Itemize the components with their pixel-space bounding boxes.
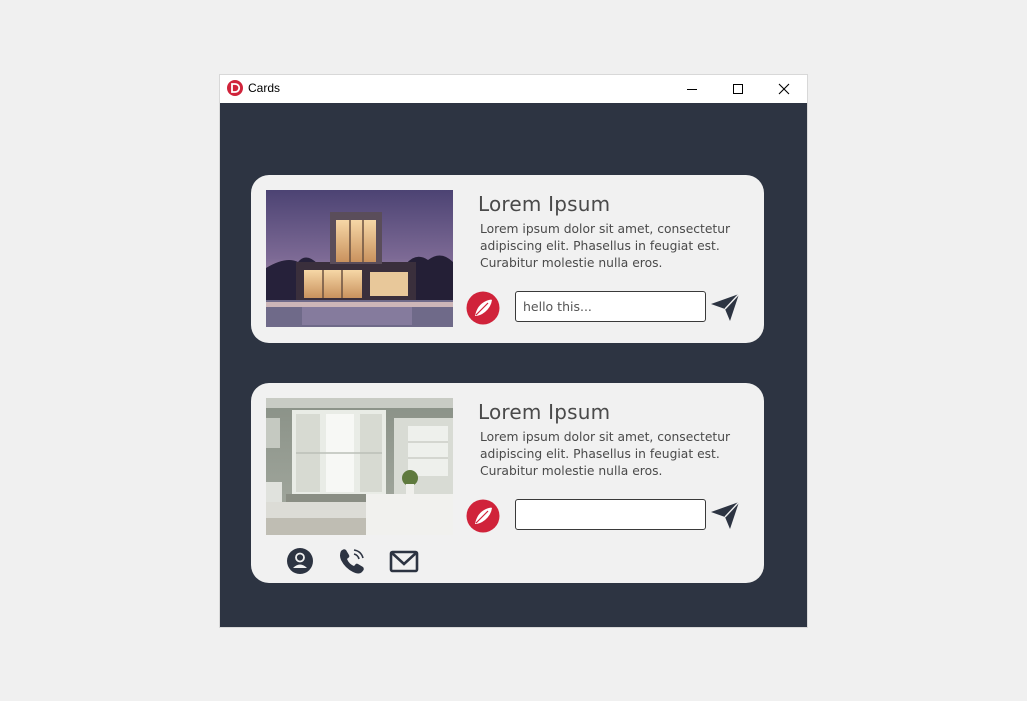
message-input[interactable] <box>515 291 706 322</box>
card-body-text: Lorem ipsum dolor sit amet, consectetur … <box>480 222 731 270</box>
feather-logo-icon[interactable] <box>466 291 500 325</box>
send-icon[interactable] <box>709 291 741 323</box>
app-window: Cards Lorem Ipsum Lorem ipsum dolor sit … <box>220 75 807 627</box>
app-logo-icon <box>227 80 243 96</box>
card-title: Lorem Ipsum <box>478 192 611 216</box>
card-2: Lorem Ipsum Lorem ipsum dolor sit amet, … <box>251 383 764 583</box>
title-bar[interactable]: Cards <box>220 75 807 103</box>
send-icon[interactable] <box>709 499 741 531</box>
user-icon[interactable] <box>284 545 316 577</box>
minimize-icon <box>687 89 697 90</box>
feather-logo-icon[interactable] <box>466 499 500 533</box>
house-photo <box>266 190 453 327</box>
card-title: Lorem Ipsum <box>478 400 611 424</box>
close-button[interactable] <box>761 75 807 103</box>
kitchen-photo <box>266 398 453 535</box>
mail-icon[interactable] <box>388 545 420 577</box>
minimize-button[interactable] <box>669 75 715 103</box>
maximize-button[interactable] <box>715 75 761 103</box>
message-input[interactable] <box>515 499 706 530</box>
phone-icon[interactable] <box>336 545 368 577</box>
card-body-text: Lorem ipsum dolor sit amet, consectetur … <box>480 430 731 478</box>
maximize-icon <box>733 84 743 94</box>
window-title: Cards <box>248 81 281 95</box>
close-icon <box>778 83 790 95</box>
card-1: Lorem Ipsum Lorem ipsum dolor sit amet, … <box>251 175 764 343</box>
